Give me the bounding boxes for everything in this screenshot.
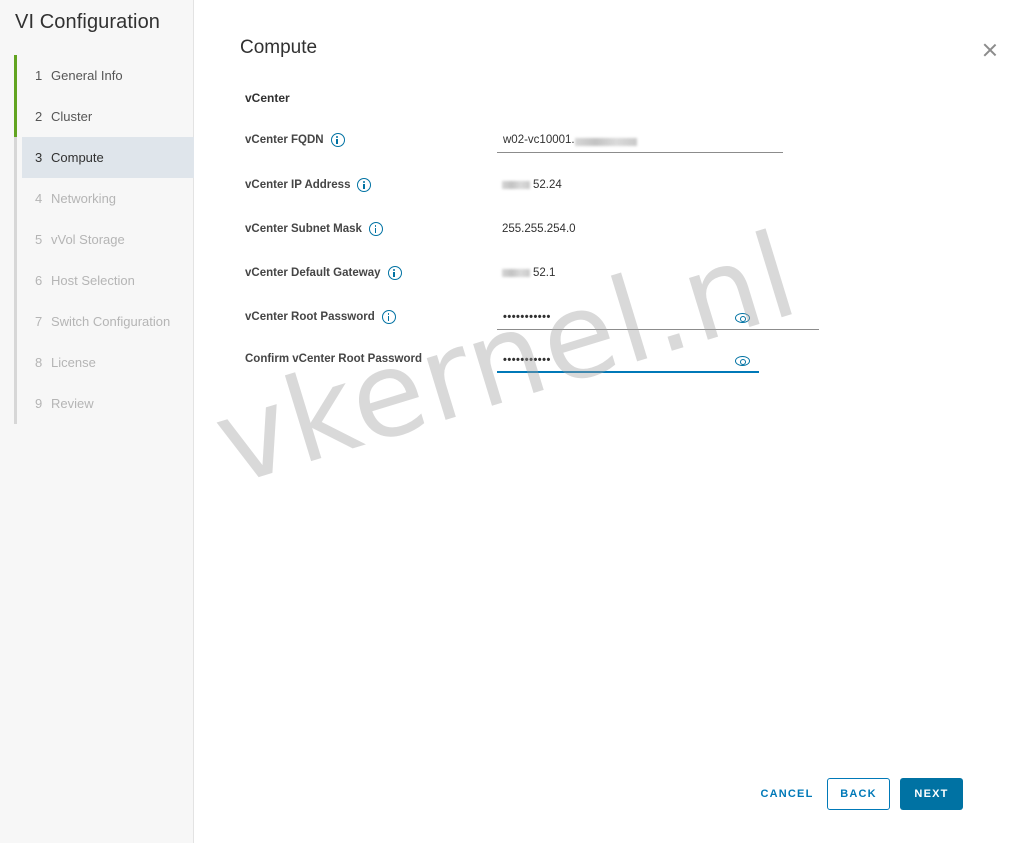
ip-value: 52.24 [502,179,562,191]
step-host-selection: 6 Host Selection [14,260,194,301]
confirm-password-value: ••••••••••• [503,354,551,366]
step-review: 9 Review [14,383,194,424]
step-networking: 4 Networking [14,178,194,219]
confirm-password-row: Confirm vCenter Root Password ••••••••••… [245,351,865,375]
step-cluster[interactable]: 2 Cluster [14,96,194,137]
step-number: 6 [35,273,43,288]
step-number: 9 [35,396,43,411]
step-number: 2 [35,109,43,124]
info-icon[interactable] [357,178,372,192]
step-indicator [14,55,17,96]
vi-configuration-dialog: VI Configuration 1 General Info 2 Cluste… [0,0,1024,843]
step-indicator [14,219,17,260]
step-indicator [14,342,17,383]
step-number: 1 [35,68,43,83]
cancel-button[interactable]: CANCEL [747,778,827,810]
next-button[interactable]: NEXT [900,778,963,810]
subnet-value-text: 255.255.254.0 [502,223,576,235]
step-label: General Info [51,68,123,83]
wizard-content: Compute vCenter vCenter FQDN w02-vc10001… [195,0,1024,843]
step-indicator [14,260,17,301]
step-general-info[interactable]: 1 General Info [14,55,194,96]
step-label: vVol Storage [51,232,125,247]
close-icon[interactable] [982,42,998,58]
confirm-password-label-text: Confirm vCenter Root Password [245,353,422,365]
ip-row: vCenter IP Address 52.24 [245,176,865,200]
gateway-label: vCenter Default Gateway [245,266,402,280]
wizard-title: VI Configuration [15,11,161,33]
ip-value-text: 52.24 [533,179,562,191]
wizard-steps: 1 General Info 2 Cluster 3 Compute 4 Net… [14,55,194,424]
step-license: 8 License [14,342,194,383]
step-label: Networking [51,191,117,206]
fqdn-label-text: vCenter FQDN [245,134,324,146]
fqdn-input[interactable]: w02-vc10001. [497,131,783,153]
subnet-value: 255.255.254.0 [502,223,576,235]
redacted-text [574,138,637,146]
step-number: 8 [35,355,43,370]
info-icon[interactable] [330,133,345,147]
redacted-text [502,181,530,189]
step-indicator [14,137,17,178]
step-label: Cluster [51,109,93,124]
step-label: Switch Configuration [51,314,171,329]
info-icon[interactable] [368,222,383,236]
redacted-text [502,269,530,277]
info-icon[interactable] [381,310,396,324]
step-number: 3 [35,150,43,165]
root-password-value: ••••••••••• [503,311,551,323]
step-number: 5 [35,232,43,247]
step-indicator [14,383,17,424]
section-title: vCenter [245,91,290,105]
back-button[interactable]: BACK [827,778,890,810]
subnet-label-text: vCenter Subnet Mask [245,223,362,235]
show-password-eye-icon[interactable] [735,313,750,323]
step-compute[interactable]: 3 Compute [14,137,194,178]
step-label: Compute [51,150,104,165]
step-indicator [14,178,17,219]
fqdn-value: w02-vc10001. [503,134,575,146]
confirm-password-input[interactable]: ••••••••••• [497,351,759,373]
step-label: Host Selection [51,273,135,288]
step-number: 7 [35,314,43,329]
gateway-value-text: 52.1 [533,267,556,279]
step-number: 4 [35,191,43,206]
fqdn-label: vCenter FQDN [245,133,345,147]
ip-label-text: vCenter IP Address [245,179,351,191]
root-password-input[interactable]: ••••••••••• [497,308,819,330]
info-icon[interactable] [387,266,402,280]
root-password-row: vCenter Root Password ••••••••••• [245,308,865,332]
gateway-value: 52.1 [502,267,555,279]
root-password-label-text: vCenter Root Password [245,311,375,323]
step-label: License [51,355,96,370]
step-vvol-storage: 5 vVol Storage [14,219,194,260]
gateway-row: vCenter Default Gateway 52.1 [245,264,865,288]
page-title: Compute [240,37,318,58]
fqdn-row: vCenter FQDN w02-vc10001. [245,131,865,155]
ip-label: vCenter IP Address [245,178,372,192]
step-indicator [14,301,17,342]
show-password-eye-icon[interactable] [735,356,750,366]
root-password-label: vCenter Root Password [245,310,396,324]
step-label: Review [51,396,94,411]
step-switch-configuration: 7 Switch Configuration [14,301,194,342]
step-indicator [14,96,17,137]
wizard-sidebar: VI Configuration 1 General Info 2 Cluste… [0,0,194,843]
confirm-password-label: Confirm vCenter Root Password [245,353,422,365]
subnet-label: vCenter Subnet Mask [245,222,383,236]
subnet-row: vCenter Subnet Mask 255.255.254.0 [245,220,865,244]
gateway-label-text: vCenter Default Gateway [245,267,381,279]
